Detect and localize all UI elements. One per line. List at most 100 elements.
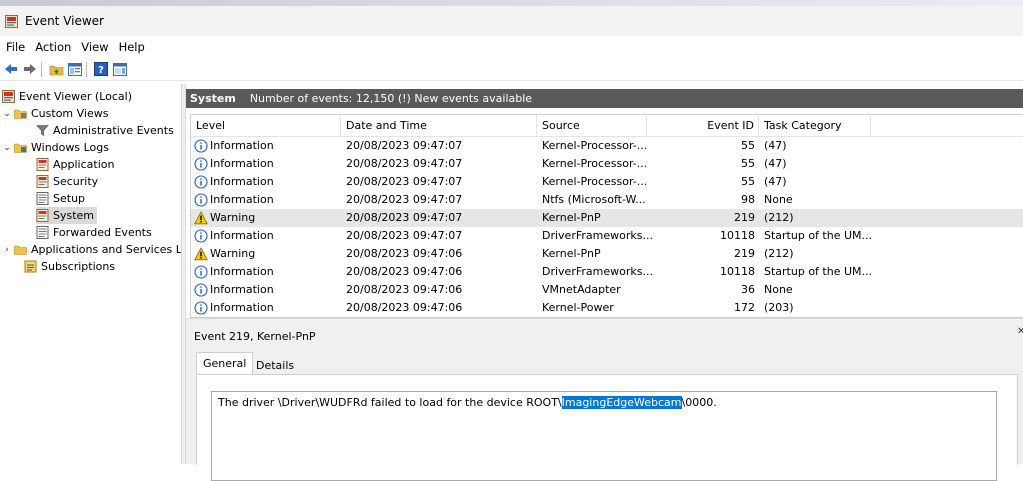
information-icon (194, 301, 208, 315)
event-row[interactable]: Information 20/08/2023 09:47:06 VMnetAdapt… (191, 281, 1023, 299)
event-row[interactable]: Information 20/08/2023 09:47:07 Kernel-Pro… (191, 173, 1023, 191)
event-row[interactable]: Information 20/08/2023 09:47:07 Kernel-Pro… (191, 155, 1023, 173)
message-text-end: \0000. (681, 396, 717, 409)
back-button[interactable] (3, 61, 19, 77)
information-icon (194, 175, 208, 189)
detail-title: Event 219, Kernel-PnP (194, 330, 316, 343)
menu-file[interactable]: File (6, 40, 25, 54)
cell-level: Information (210, 301, 274, 314)
information-icon (194, 139, 208, 153)
cell-task: None (764, 283, 793, 296)
tab-general[interactable]: General (196, 352, 254, 375)
help-icon: ? (94, 62, 108, 76)
cell-source: Kernel-Power (542, 301, 614, 314)
information-icon (194, 265, 208, 279)
column-header-level[interactable]: Level (191, 115, 341, 136)
cell-source: Kernel-Processor-... (542, 157, 648, 170)
menu-help[interactable]: Help (119, 40, 145, 54)
pane-event-count: Number of events: 12,150 (!) New events … (249, 92, 533, 105)
tree-label: Security (53, 175, 99, 188)
up-level-button[interactable] (48, 61, 64, 77)
log-icon (36, 226, 49, 239)
event-row[interactable]: Information 20/08/2023 09:47:06 Kernel-Pow… (191, 299, 1023, 317)
cell-level: Information (210, 229, 274, 242)
cell-datetime: 20/08/2023 09:47:07 (346, 229, 463, 242)
tree-item-custom-views[interactable]: ⌄ Custom Views (2, 105, 108, 122)
cell-eventid: 55 (741, 157, 755, 170)
cell-task: (212) (764, 247, 794, 260)
tree-item-applications-and-services[interactable]: › Applications and Services Logs (2, 241, 181, 258)
chevron-down-icon[interactable]: ⌄ (2, 109, 12, 119)
title-bar: Event Viewer (0, 6, 1023, 36)
close-icon[interactable]: ✕ (1017, 326, 1023, 336)
log-icon (36, 158, 49, 171)
cell-datetime: 20/08/2023 09:47:07 (346, 193, 463, 206)
cell-datetime: 20/08/2023 09:47:07 (346, 211, 463, 224)
properties-button[interactable] (112, 61, 128, 77)
tree-item-forwarded-events[interactable]: Forwarded Events (36, 224, 152, 241)
event-row[interactable]: Information 20/08/2023 09:47:07 Kernel-Pro… (191, 137, 1023, 155)
event-row[interactable]: Information 20/08/2023 09:47:07 Ntfs (Micr… (191, 191, 1023, 209)
chevron-right-icon[interactable]: › (2, 245, 12, 255)
cell-eventid: 10118 (720, 229, 755, 242)
cell-source: Kernel-Processor-... (542, 175, 648, 188)
forward-arrow-icon (24, 64, 36, 74)
tree-label: Forwarded Events (53, 226, 152, 239)
tree-item-root[interactable]: Event Viewer (Local) (2, 88, 132, 105)
event-viewer-app-icon (5, 14, 18, 28)
column-header-source[interactable]: Source (537, 115, 647, 136)
message-selection: ImagingEdgeWebcam (561, 396, 682, 409)
menu-action[interactable]: Action (35, 40, 71, 54)
warning-icon (194, 247, 208, 261)
toolbar-separator (86, 61, 87, 77)
cell-level: Warning (210, 211, 256, 224)
tree-item-subscriptions[interactable]: Subscriptions (24, 258, 115, 275)
column-header-eventid[interactable]: Event ID (647, 115, 759, 136)
folder-icon (14, 143, 27, 153)
event-viewer-icon (2, 90, 15, 103)
event-row[interactable]: Information 20/08/2023 09:47:07 DriverFram… (191, 227, 1023, 245)
tree-label: Applications and Services Logs (31, 243, 181, 256)
cell-datetime: 20/08/2023 09:47:07 (346, 139, 463, 152)
show-hide-tree-icon (68, 62, 82, 76)
window-title: Event Viewer (25, 14, 104, 28)
cell-datetime: 20/08/2023 09:47:06 (346, 247, 463, 260)
event-row[interactable]: Warning 20/08/2023 09:47:06 Kernel-PnP 219 (… (191, 245, 1023, 263)
toolbar: ? (0, 58, 1023, 81)
tree-label: Subscriptions (41, 260, 116, 273)
subscriptions-icon (24, 260, 37, 273)
help-button[interactable]: ? (93, 61, 109, 77)
grid-header: Level Date and Time Source Event ID Task… (191, 115, 1023, 137)
forward-button[interactable] (22, 61, 38, 77)
information-icon (194, 229, 208, 243)
cell-datetime: 20/08/2023 09:47:06 (346, 283, 463, 296)
menu-bar: File Action View Help (0, 36, 1023, 58)
event-row[interactable]: Warning 20/08/2023 09:47:07 Kernel-PnP 219 (… (191, 209, 1023, 227)
tab-details[interactable]: Details (250, 356, 300, 376)
column-header-datetime[interactable]: Date and Time (341, 115, 537, 136)
show-hide-tree-button[interactable] (67, 61, 83, 77)
menu-view[interactable]: View (81, 40, 108, 54)
tree-item-setup[interactable]: Setup (36, 190, 85, 207)
column-header-task[interactable]: Task Category (759, 115, 871, 136)
event-row[interactable]: Information 20/08/2023 09:47:06 DriverFram… (191, 263, 1023, 281)
cell-eventid: 98 (741, 193, 755, 206)
tree-item-security[interactable]: Security (36, 173, 98, 190)
chevron-down-icon[interactable]: ⌄ (2, 143, 12, 153)
tree-item-windows-logs[interactable]: ⌄ Windows Logs (2, 139, 109, 156)
cell-source: Kernel-PnP (542, 211, 601, 224)
cell-eventid: 36 (741, 283, 755, 296)
tree-label: Custom Views (31, 107, 109, 120)
tree-item-administrative-events[interactable]: Administrative Events (36, 122, 174, 139)
cell-datetime: 20/08/2023 09:47:06 (346, 301, 463, 314)
pane-header: System Number of events: 12,150 (!) New … (186, 89, 1023, 108)
event-message[interactable]: The driver \Driver\WUDFRd failed to load… (211, 391, 997, 481)
tree-label: Application (53, 158, 115, 171)
navigation-tree: Event Viewer (Local) ⌄ Custom Views Admi… (0, 84, 181, 464)
cell-task: Startup of the UM... (764, 229, 873, 242)
cell-task: (212) (764, 211, 794, 224)
cell-level: Information (210, 139, 274, 152)
tree-item-system[interactable]: System (36, 207, 98, 224)
cell-source: Ntfs (Microsoft-W... (542, 193, 646, 206)
tree-item-application[interactable]: Application (36, 156, 114, 173)
